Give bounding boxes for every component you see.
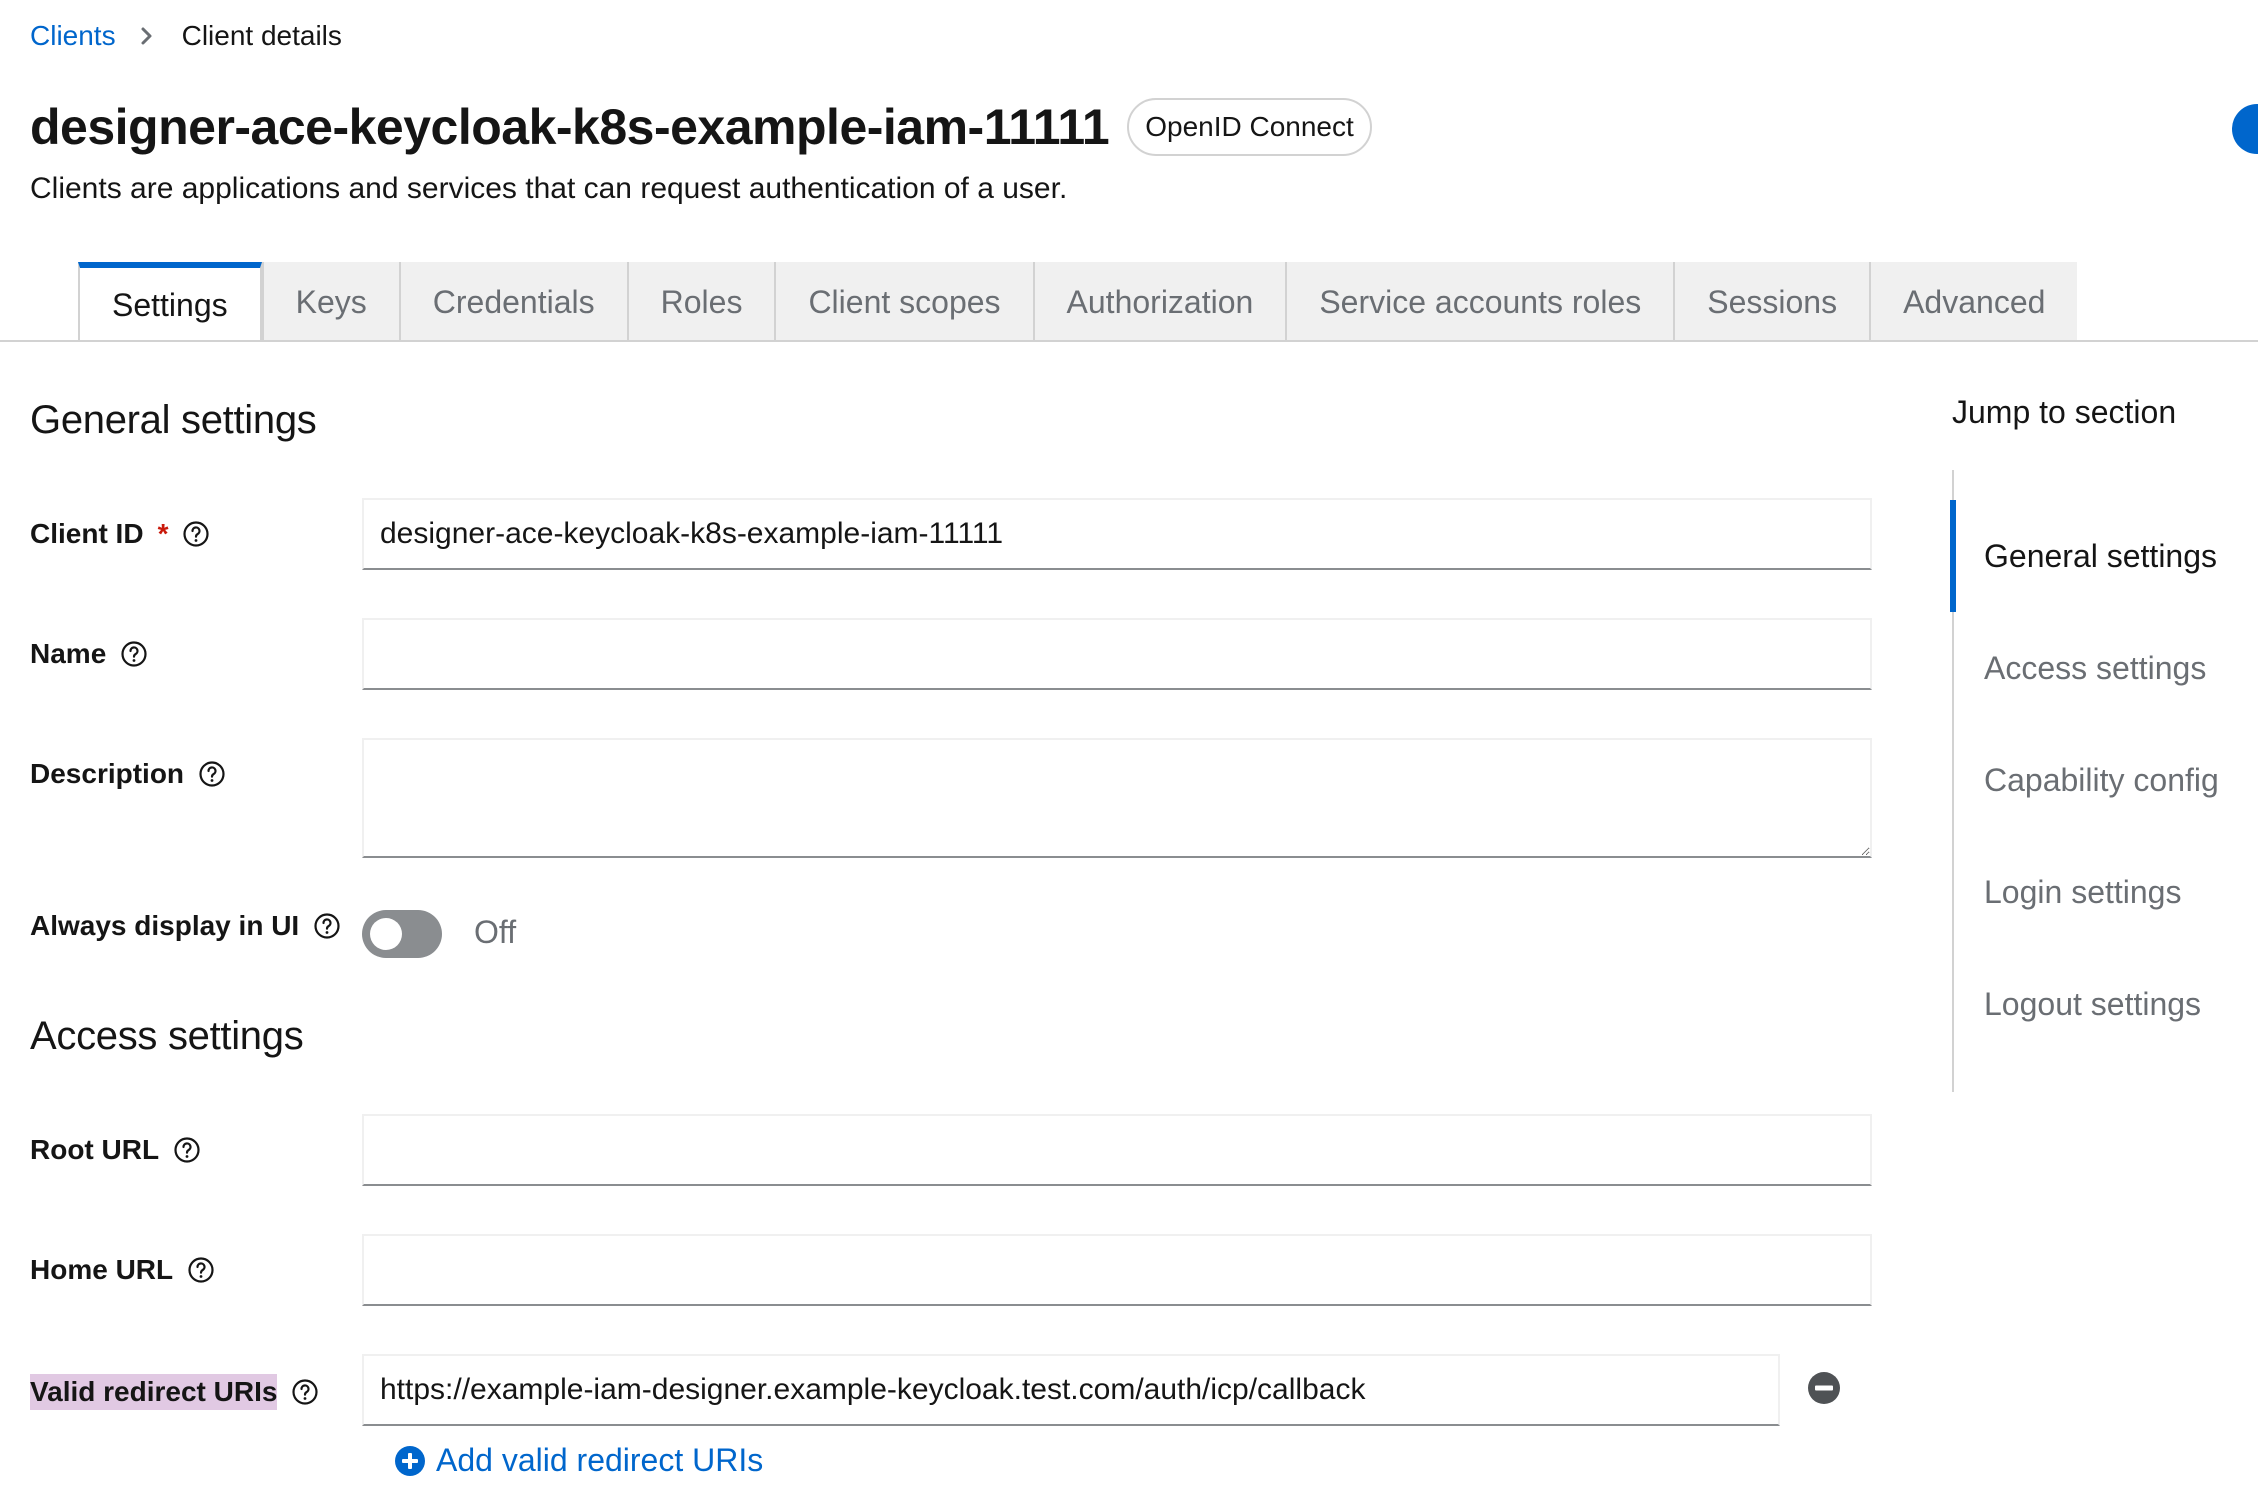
help-icon[interactable]	[120, 640, 148, 668]
help-icon[interactable]	[187, 1256, 215, 1284]
breadcrumb-current: Client details	[181, 20, 342, 51]
jump-link-access-settings[interactable]: Access settings	[1954, 612, 2206, 724]
description-label: Description	[30, 758, 226, 790]
jump-link-login-settings[interactable]: Login settings	[1954, 836, 2181, 948]
jump-link-capability-config[interactable]: Capability config	[1954, 724, 2219, 836]
redirect-uris-label: Valid redirect URIs	[30, 1374, 319, 1410]
help-icon[interactable]	[173, 1136, 201, 1164]
home-url-input[interactable]	[362, 1234, 1872, 1306]
add-redirect-uri-label: Add valid redirect URIs	[436, 1442, 764, 1478]
plus-circle-icon	[394, 1445, 426, 1477]
always-display-label: Always display in UI	[30, 910, 341, 942]
name-label: Name	[30, 638, 148, 670]
jump-to-section-list: General settings Access settings Capabil…	[1950, 470, 2258, 1092]
jump-to-section-title: Jump to section	[1952, 394, 2177, 430]
tab-credentials[interactable]: Credentials	[398, 262, 627, 342]
protocol-badge: OpenID Connect	[1127, 98, 1372, 156]
remove-redirect-uri-button[interactable]	[1806, 1370, 1842, 1406]
client-id-label: Client ID *	[30, 518, 210, 550]
client-id-input[interactable]	[362, 498, 1872, 570]
tab-authorization[interactable]: Authorization	[1032, 262, 1286, 342]
help-icon[interactable]	[313, 912, 341, 940]
name-input[interactable]	[362, 618, 1872, 690]
description-label-text: Description	[30, 758, 185, 789]
redirect-uris-label-text: Valid redirect URIs	[30, 1374, 278, 1410]
description-textarea[interactable]	[362, 738, 1872, 858]
home-url-label: Home URL	[30, 1254, 215, 1286]
tab-client-scopes[interactable]: Client scopes	[774, 262, 1033, 342]
redirect-uri-input[interactable]	[362, 1354, 1780, 1426]
tab-sessions[interactable]: Sessions	[1673, 262, 1870, 342]
home-url-label-text: Home URL	[30, 1254, 174, 1285]
general-settings-heading: General settings	[30, 398, 317, 442]
tabs-divider	[0, 340, 2258, 342]
title-row: designer-ace-keycloak-k8s-example-iam-11…	[30, 98, 1372, 156]
tab-service-accounts-roles[interactable]: Service accounts roles	[1285, 262, 1674, 342]
add-redirect-uri-button[interactable]: Add valid redirect URIs	[394, 1442, 763, 1479]
tab-bar: Settings Keys Credentials Roles Client s…	[78, 262, 2078, 342]
help-icon[interactable]	[198, 760, 226, 788]
enabled-toggle-edge[interactable]	[2232, 104, 2258, 154]
breadcrumb: Clients Client details	[30, 20, 342, 52]
client-id-label-text: Client ID	[30, 518, 144, 549]
jump-link-logout-settings[interactable]: Logout settings	[1954, 948, 2201, 1060]
tab-roles[interactable]: Roles	[626, 262, 775, 342]
page-title: designer-ace-keycloak-k8s-example-iam-11…	[30, 99, 1110, 155]
required-indicator: *	[157, 518, 169, 549]
name-label-text: Name	[30, 638, 107, 669]
chevron-right-icon	[140, 26, 154, 46]
help-icon[interactable]	[182, 520, 210, 548]
always-display-state: Off	[474, 914, 517, 950]
page-subtitle: Clients are applications and services th…	[30, 172, 1068, 205]
always-display-toggle[interactable]	[362, 910, 442, 958]
breadcrumb-clients-link[interactable]: Clients	[30, 20, 116, 52]
always-display-label-text: Always display in UI	[30, 910, 300, 941]
root-url-label: Root URL	[30, 1134, 201, 1166]
jump-link-general-settings[interactable]: General settings	[1950, 500, 2217, 612]
root-url-label-text: Root URL	[30, 1134, 160, 1165]
access-settings-heading: Access settings	[30, 1014, 304, 1058]
root-url-input[interactable]	[362, 1114, 1872, 1186]
tab-settings[interactable]: Settings	[78, 262, 262, 342]
help-icon[interactable]	[291, 1378, 319, 1406]
toggle-knob	[370, 918, 402, 950]
tab-advanced[interactable]: Advanced	[1869, 262, 2078, 342]
minus-circle-icon	[1808, 1372, 1840, 1404]
tab-keys[interactable]: Keys	[261, 262, 399, 342]
